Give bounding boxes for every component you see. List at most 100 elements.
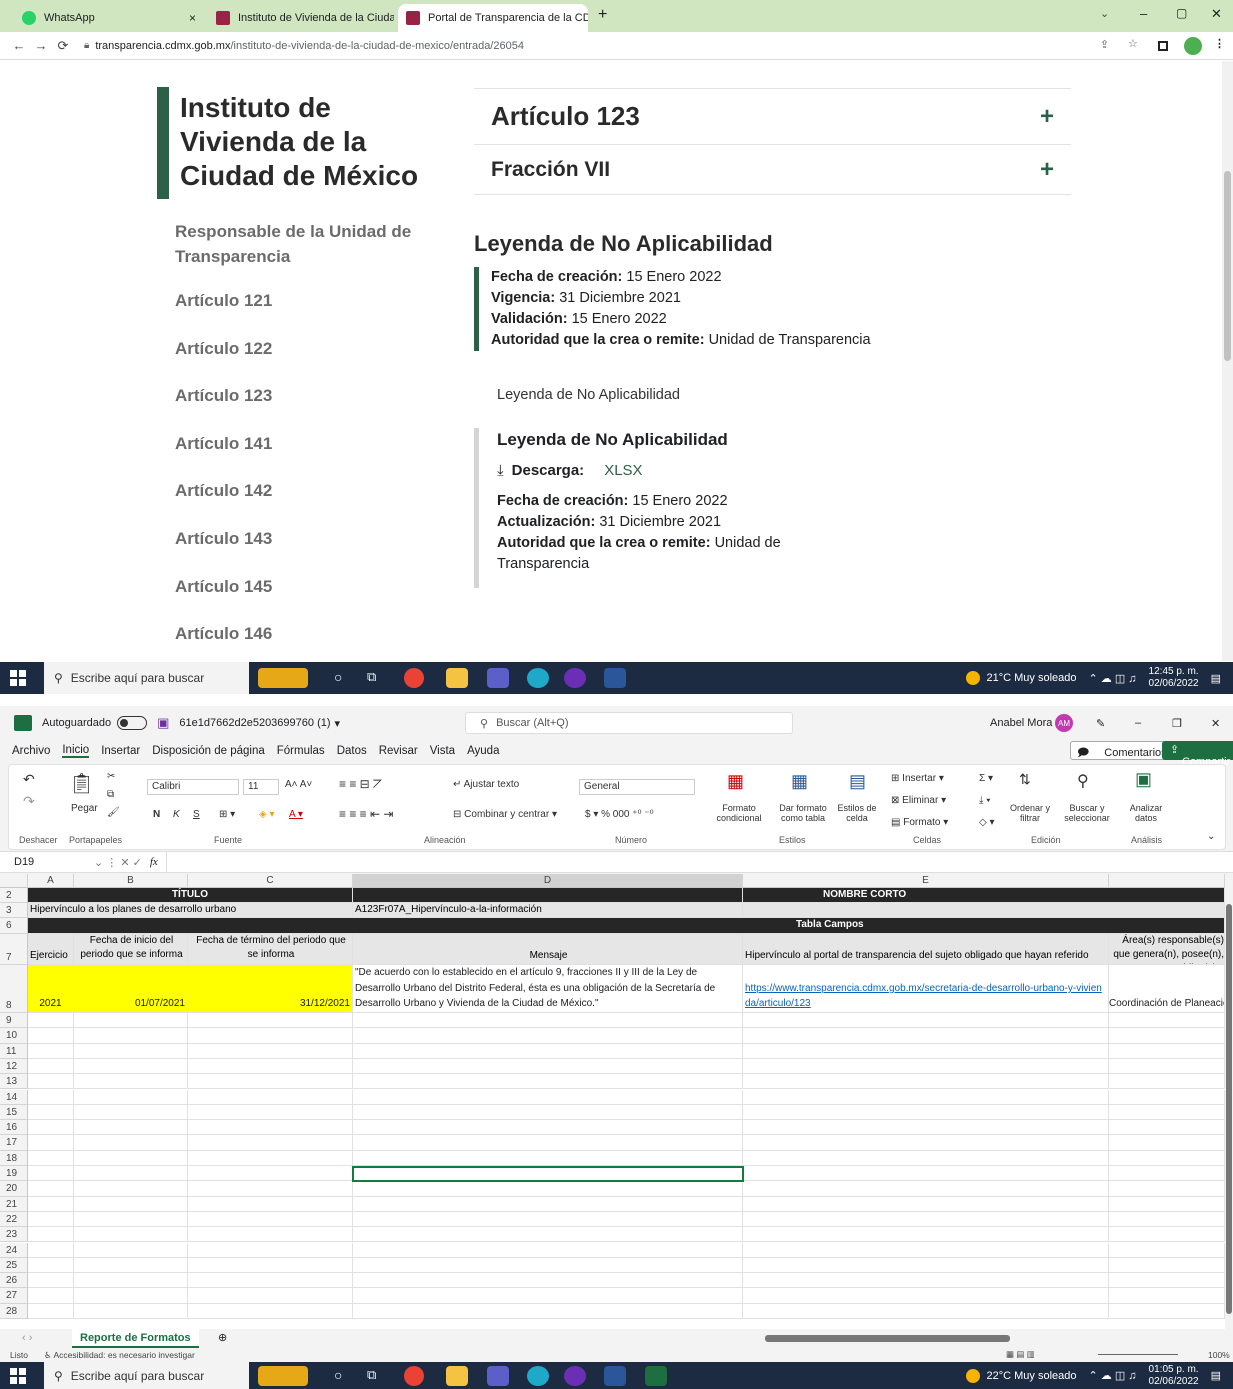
cell-titulo[interactable]: TÍTULO: [28, 888, 353, 903]
empty-cell[interactable]: [28, 1150, 74, 1166]
weather-text[interactable]: 21°C Muy soleado: [986, 672, 1076, 684]
font-grow-shrink-icon[interactable]: A˄ A˅: [285, 779, 312, 790]
empty-cell[interactable]: [74, 1013, 188, 1029]
row-header[interactable]: 7: [0, 934, 28, 965]
row-header[interactable]: 23: [0, 1227, 28, 1243]
empty-cell[interactable]: [743, 1058, 1109, 1075]
sidebar-link-articulo-141[interactable]: Artículo 141: [175, 434, 272, 454]
tab-insertar[interactable]: Insertar: [101, 745, 140, 757]
empty-cell[interactable]: [1109, 1089, 1225, 1105]
font-name-select[interactable]: Calibri: [147, 779, 239, 795]
empty-cell[interactable]: [74, 1058, 188, 1075]
row-header[interactable]: 8: [0, 965, 28, 1013]
empty-cell[interactable]: [28, 1166, 74, 1182]
format-painter-icon[interactable]: 🖌︎: [107, 807, 120, 818]
column-header-c[interactable]: C: [188, 874, 353, 888]
empty-cell[interactable]: [74, 1150, 188, 1166]
empty-cell[interactable]: [353, 1303, 743, 1319]
tab-disposicion[interactable]: Disposición de página: [152, 745, 265, 757]
cell-styles-button[interactable]: Estilos de celda: [835, 803, 879, 823]
windows-start-icon[interactable]: [10, 670, 26, 686]
empty-cell[interactable]: [74, 1043, 188, 1059]
paste-button[interactable]: Pegar: [71, 803, 98, 814]
fill-color-icon[interactable]: ◈ ▾: [259, 809, 275, 820]
row-header[interactable]: 10: [0, 1028, 28, 1044]
empty-cell[interactable]: [353, 1227, 743, 1243]
row-header[interactable]: 21: [0, 1196, 28, 1212]
edge-icon[interactable]: [527, 668, 549, 688]
cell-e3[interactable]: [743, 903, 1225, 918]
empty-cell[interactable]: [353, 1104, 743, 1121]
cell-nombre-corto[interactable]: NOMBRE CORTO: [743, 888, 1225, 903]
webex-icon[interactable]: [564, 1366, 586, 1386]
forward-icon[interactable]: →: [30, 38, 52, 53]
column-header-a[interactable]: A: [28, 874, 74, 888]
user-avatar[interactable]: AM: [1055, 714, 1073, 732]
file-name[interactable]: 61e1d7662d2e5203699760 (1): [179, 717, 330, 729]
number-format-icons[interactable]: $ ▾ % 000 ⁺⁰ ⁻⁰: [585, 809, 654, 820]
empty-cell[interactable]: [743, 1288, 1109, 1304]
delete-cells-button[interactable]: ⊠ Eliminar ▾: [891, 795, 946, 806]
function-icon[interactable]: fx: [150, 856, 158, 868]
empty-cell[interactable]: [743, 1074, 1109, 1090]
empty-cell[interactable]: [74, 1273, 188, 1289]
notification-icon[interactable]: ▤: [1211, 1369, 1221, 1382]
empty-cell[interactable]: [353, 1288, 743, 1304]
tab-vista[interactable]: Vista: [430, 745, 455, 757]
row-header[interactable]: 17: [0, 1135, 28, 1151]
empty-cell[interactable]: [188, 1242, 353, 1258]
format-as-table-icon[interactable]: ▦: [791, 771, 808, 792]
empty-cell[interactable]: [188, 1288, 353, 1304]
file-explorer-icon[interactable]: [446, 668, 468, 688]
merge-center-button[interactable]: ⊟ Combinar y centrar ▾: [453, 809, 557, 820]
bold-button[interactable]: N: [153, 809, 160, 820]
empty-cell[interactable]: [74, 1242, 188, 1258]
underline-button[interactable]: S: [193, 809, 200, 820]
empty-cell[interactable]: [1109, 1196, 1225, 1212]
empty-cell[interactable]: [1109, 1104, 1225, 1121]
empty-cell[interactable]: [28, 1013, 74, 1029]
cell-v-link[interactable]: https://www.transparencia.cdmx.gob.mx/se…: [743, 965, 1109, 1013]
empty-cell[interactable]: [1109, 1013, 1225, 1029]
borders-icon[interactable]: ⊞ ▾: [219, 809, 235, 820]
sheet-nav-icons[interactable]: ‹ ›: [22, 1332, 32, 1344]
empty-cell[interactable]: [188, 1181, 353, 1197]
row-header[interactable]: 14: [0, 1089, 28, 1105]
redo-icon[interactable]: ↷: [23, 793, 35, 810]
row-header[interactable]: 12: [0, 1058, 28, 1075]
empty-cell[interactable]: [353, 1196, 743, 1212]
empty-cell[interactable]: [353, 1058, 743, 1075]
empty-cell[interactable]: [353, 1013, 743, 1029]
empty-cell[interactable]: [743, 1257, 1109, 1274]
empty-cell[interactable]: [188, 1257, 353, 1274]
tab-formulas[interactable]: Fórmulas: [277, 745, 325, 757]
empty-cell[interactable]: [1109, 1043, 1225, 1059]
empty-cell[interactable]: [1109, 1181, 1225, 1197]
empty-cell[interactable]: [74, 1104, 188, 1121]
cell-h-termino[interactable]: Fecha de término del periodo que se info…: [188, 934, 353, 965]
cell-v-inicio[interactable]: 01/07/2021: [74, 965, 188, 1013]
empty-cell[interactable]: [743, 1227, 1109, 1243]
taskbar-search-box[interactable]: ⚲ Escribe aquí para buscar: [44, 1362, 249, 1389]
horizontal-align-icons[interactable]: ≡ ≡ ≡ ⇤ ⇥: [339, 807, 393, 821]
empty-cell[interactable]: [1109, 1303, 1225, 1319]
empty-cell[interactable]: [28, 1227, 74, 1243]
wrap-text-button[interactable]: ↵ Ajustar texto: [453, 779, 519, 790]
empty-cell[interactable]: [1109, 1242, 1225, 1258]
empty-cell[interactable]: [353, 1181, 743, 1197]
file-explorer-icon[interactable]: [446, 1366, 468, 1386]
comments-button[interactable]: 🗩︎ Comentarios: [1070, 741, 1174, 760]
empty-cell[interactable]: [188, 1273, 353, 1289]
format-cells-button[interactable]: ▤ Formato ▾: [891, 817, 948, 828]
back-icon[interactable]: ←: [8, 38, 30, 53]
empty-cell[interactable]: [188, 1166, 353, 1182]
share-button[interactable]: ⇪ Compartir: [1162, 741, 1233, 768]
tab-inicio[interactable]: Inicio: [62, 744, 90, 758]
sidebar-link-articulo-146[interactable]: Artículo 146: [175, 624, 272, 644]
tab-search-icon[interactable]: ⌄: [1100, 7, 1109, 20]
empty-cell[interactable]: [28, 1058, 74, 1075]
accessibility-status[interactable]: ♿︎ Accesibilidad: es necesario investiga…: [44, 1350, 195, 1361]
fill-icon[interactable]: ⤓ ▾: [979, 795, 990, 806]
page-scrollbar[interactable]: [1222, 61, 1233, 661]
empty-cell[interactable]: [28, 1074, 74, 1090]
